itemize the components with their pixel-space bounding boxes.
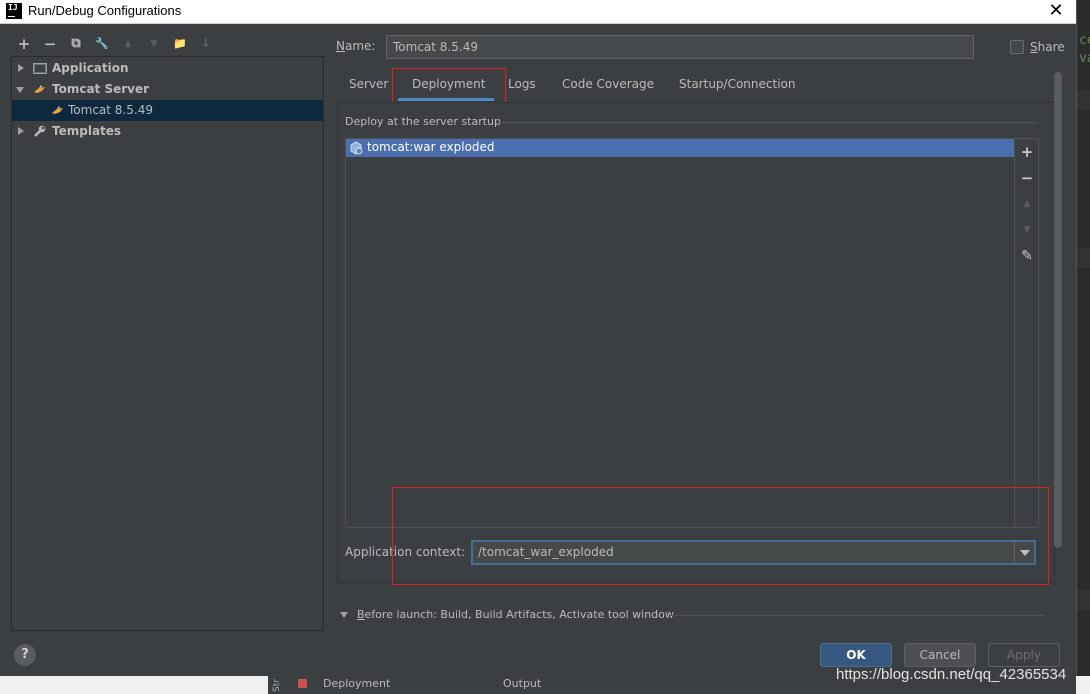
ok-button[interactable]: OK [820, 643, 892, 667]
title-bar: IJ Run/Debug Configurations ✕ [0, 0, 1076, 24]
tree-item-label: Application [52, 61, 129, 75]
tree-item-label: Tomcat 8.5.49 [68, 103, 153, 117]
highlight-box-deployment-tab [392, 68, 506, 103]
move-down-button[interactable]: ▼ [144, 34, 164, 54]
tree-item-tomcat-8-5-49[interactable]: Tomcat 8.5.49 [12, 100, 323, 121]
help-button[interactable]: ? [14, 644, 36, 666]
move-up-button[interactable]: ▲ [118, 34, 138, 54]
sort-button[interactable]: ↓ [196, 34, 216, 54]
tab-server[interactable]: Server [349, 77, 388, 91]
copy-config-button[interactable]: ⧉ [66, 34, 86, 54]
remove-artifact-button[interactable]: − [1015, 168, 1039, 188]
tab-logs[interactable]: Logs [508, 77, 536, 91]
move-artifact-down-button[interactable]: ▼ [1015, 220, 1039, 240]
name-label-mnemonic: N [336, 39, 345, 53]
collapse-arrow-icon[interactable] [340, 612, 348, 618]
background-band [1077, 248, 1090, 268]
expand-arrow-icon[interactable] [18, 127, 24, 135]
application-icon [33, 63, 47, 74]
share-label-text: hare [1037, 40, 1065, 54]
wrench-icon [34, 125, 46, 137]
edit-artifact-pencil-icon[interactable]: ✎ [1015, 246, 1039, 266]
apply-button[interactable]: Apply [988, 643, 1060, 667]
config-tree: Application Tomcat Server Tomcat 8.5.49 … [11, 56, 324, 631]
close-icon[interactable]: ✕ [1046, 0, 1066, 24]
artifact-list[interactable] [345, 138, 1015, 528]
tree-item-label: Templates [52, 124, 122, 138]
background-band [1077, 90, 1090, 110]
share-label[interactable]: Share [1030, 40, 1065, 54]
tomcat-icon [34, 85, 45, 93]
share-checkbox[interactable] [1010, 40, 1024, 54]
tree-item-label: Tomcat Server [52, 82, 150, 96]
before-launch-label[interactable]: Before launch: Build, Build Artifacts, A… [357, 608, 674, 621]
config-toolbar: + − ⧉ 🔧 ▲ ▼ 📁 ↓ [12, 32, 324, 56]
name-input[interactable]: Tomcat 8.5.49 [386, 35, 974, 59]
section-divider [496, 122, 1038, 123]
share-label-mnemonic: S [1030, 40, 1038, 54]
tab-startup-connection[interactable]: Startup/Connection [679, 77, 795, 91]
intellij-app-icon: IJ [6, 3, 22, 19]
artifact-icon [350, 141, 363, 155]
highlight-box-application-context [392, 487, 1049, 585]
stop-icon[interactable] [298, 679, 307, 688]
list-item[interactable]: tomcat:war exploded [346, 139, 1014, 157]
background-code-line: ce [1079, 33, 1090, 48]
collapse-arrow-icon[interactable] [16, 87, 24, 93]
remove-config-button[interactable]: − [40, 34, 60, 54]
deploy-section-title: Deploy at the server startup [345, 115, 502, 128]
edit-defaults-wrench-icon[interactable]: 🔧 [92, 34, 112, 54]
background-band [1077, 590, 1090, 610]
window-title: Run/Debug Configurations [28, 3, 182, 18]
background-code-line: va [1079, 51, 1090, 66]
artifact-name: tomcat:war exploded [367, 140, 495, 154]
artifact-side-toolbar: + − ▲ ▼ ✎ [1015, 138, 1039, 528]
move-artifact-up-button[interactable]: ▲ [1015, 194, 1039, 214]
deployment-tab[interactable]: Deployment [323, 677, 390, 690]
tab-code-coverage[interactable]: Code Coverage [562, 77, 654, 91]
cancel-button[interactable]: Cancel [904, 643, 976, 667]
tree-item-application[interactable]: Application [12, 58, 323, 79]
section-divider [670, 615, 1046, 616]
vertical-scrollbar[interactable] [1054, 72, 1062, 548]
add-config-button[interactable]: + [14, 34, 34, 54]
before-launch-mnemonic: B [357, 608, 365, 621]
expand-arrow-icon[interactable] [18, 64, 24, 72]
folder-icon[interactable]: 📁 [170, 34, 190, 54]
add-artifact-button[interactable]: + [1015, 142, 1039, 162]
before-launch-text: efore launch: Build, Build Artifacts, Ac… [364, 608, 674, 621]
tomcat-icon [52, 106, 63, 114]
tree-item-templates[interactable]: Templates [12, 121, 323, 142]
name-label-text: ame: [344, 39, 376, 53]
background-code: ce va [1079, 32, 1090, 68]
name-label: Name: [336, 39, 375, 53]
structure-tab[interactable]: Str [272, 678, 282, 692]
background-editor-strip: ce va [1076, 0, 1090, 694]
tree-item-tomcat-server[interactable]: Tomcat Server [12, 79, 323, 100]
output-tab[interactable]: Output [503, 677, 541, 690]
watermark: https://blog.csdn.net/qq_42365534 [836, 666, 1067, 683]
